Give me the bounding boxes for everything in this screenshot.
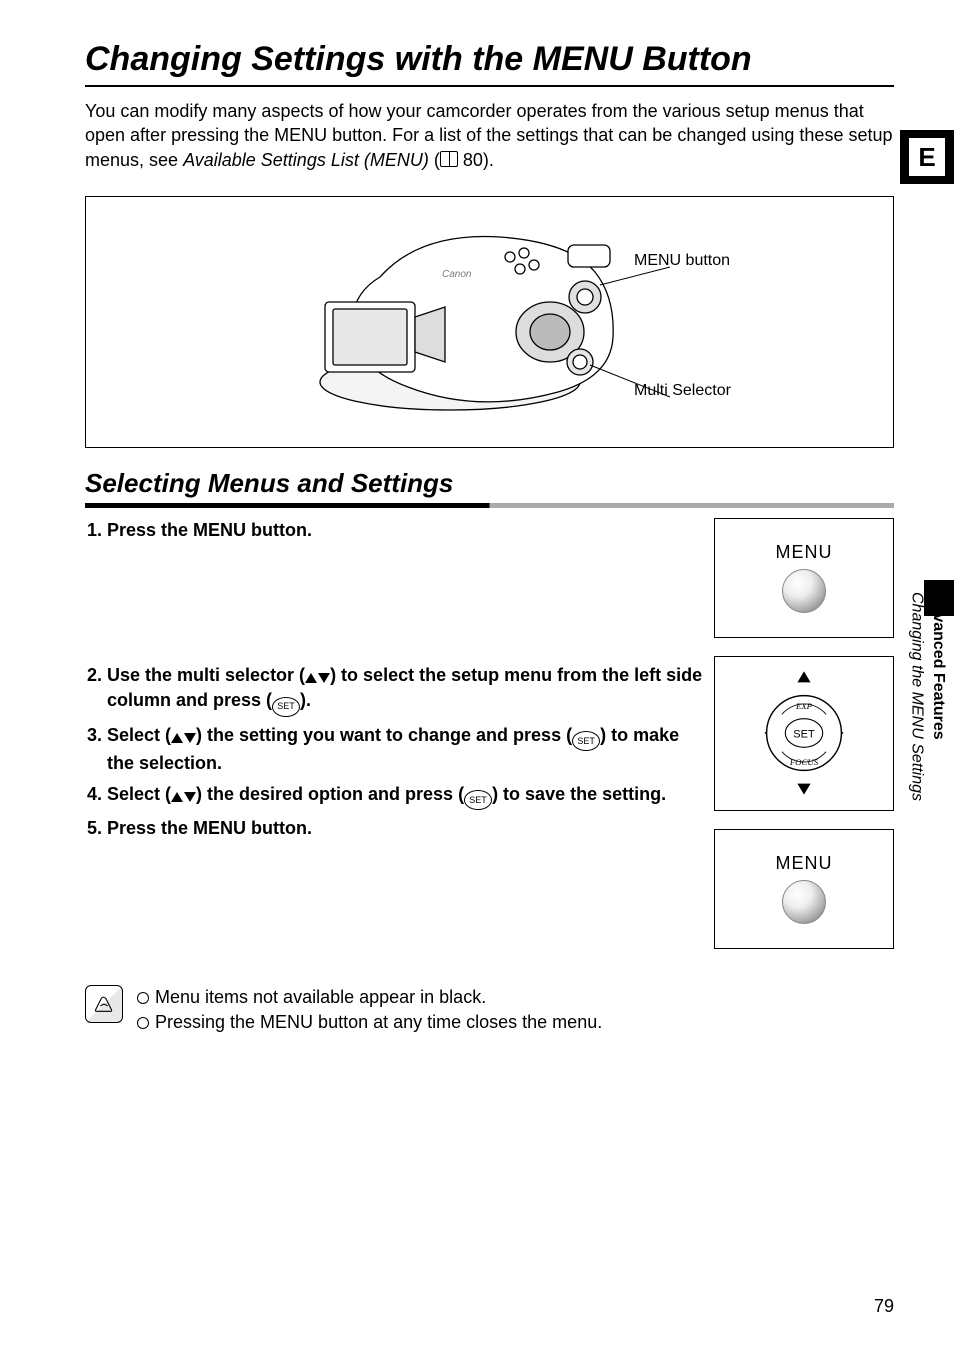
step-4-c: ) to save the setting. [492, 784, 666, 804]
menu-button-label: MENU [776, 542, 833, 563]
note-1-text: Menu items not available appear in black… [155, 987, 486, 1007]
multi-selector-graphic: SET EXP FOCUS [749, 667, 859, 799]
language-tab-letter: E [909, 138, 945, 176]
step-2: Use the multi selector () to select the … [107, 663, 704, 716]
side-chapter-tab: Advanced Features Changing the MENU Sett… [904, 580, 954, 880]
set-icon: SET [572, 731, 600, 751]
selector-focus-label: FOCUS [789, 757, 819, 767]
step-2-a: Use the multi selector ( [107, 665, 305, 685]
up-down-icon [171, 792, 196, 802]
page-number: 79 [874, 1296, 894, 1317]
diagram-label-multi-selector: Multi Selector [634, 382, 731, 400]
camcorder-diagram: Canon MENU button Multi Selector [85, 196, 894, 448]
step-2-c: ). [300, 690, 311, 710]
note-1: Menu items not available appear in black… [137, 985, 602, 1010]
step-4-b: ) the desired option and press ( [196, 784, 464, 804]
svg-text:Canon: Canon [442, 269, 472, 280]
menu-button-graphic [782, 569, 826, 613]
selector-exp-label: EXP [795, 701, 813, 711]
intro-page-ref: 80). [458, 150, 494, 170]
bullet-icon [137, 1017, 149, 1029]
camcorder-illustration: Canon [230, 207, 750, 437]
figure-menu-button-bottom: MENU [714, 829, 894, 949]
step-1-text: Press the MENU button. [107, 520, 312, 540]
up-down-icon [305, 673, 330, 683]
intro-text: You can modify many aspects of how your … [85, 99, 894, 172]
up-down-icon [171, 733, 196, 743]
step-3-b: ) the setting you want to change and pre… [196, 725, 572, 745]
section-rule [85, 503, 894, 508]
step-3: Select ( ) the setting you want to change… [107, 723, 704, 776]
step-4: Select ( ) the desired option and press (… [107, 782, 704, 810]
side-tab-chapter: Advanced Features [930, 592, 947, 740]
intro-reference-title: Available Settings List (MENU) [183, 150, 429, 170]
step-4-a: Select ( [107, 784, 171, 804]
note-2: Pressing the MENU button at any time clo… [137, 1010, 602, 1035]
section-heading: Selecting Menus and Settings [85, 468, 894, 499]
figure-menu-button-top: MENU [714, 518, 894, 638]
menu-button-graphic [782, 880, 826, 924]
notes-list: Menu items not available appear in black… [137, 985, 602, 1035]
side-tab-section: Changing the MENU Settings [908, 592, 925, 801]
page-ref-icon [440, 154, 458, 167]
language-tab: E [900, 130, 954, 184]
bullet-icon [137, 992, 149, 1004]
step-5-text: Press the MENU button. [107, 818, 312, 838]
intro-open-paren: ( [429, 150, 440, 170]
note-2-text: Pressing the MENU button at any time clo… [155, 1012, 602, 1032]
steps-list: Press the MENU button. Use the multi sel… [85, 518, 704, 848]
notes-icon [85, 985, 123, 1023]
title-rule [85, 85, 894, 87]
menu-button-label: MENU [776, 853, 833, 874]
set-icon: SET [272, 697, 300, 717]
selector-set-label: SET [793, 729, 815, 741]
diagram-label-menu-button: MENU button [634, 252, 730, 270]
set-icon: SET [464, 790, 492, 810]
step-3-a: Select ( [107, 725, 171, 745]
step-5: Press the MENU button. [107, 816, 704, 841]
page-title: Changing Settings with the MENU Button [85, 40, 894, 79]
figure-multi-selector: SET EXP FOCUS [714, 656, 894, 811]
step-1: Press the MENU button. [107, 518, 704, 543]
